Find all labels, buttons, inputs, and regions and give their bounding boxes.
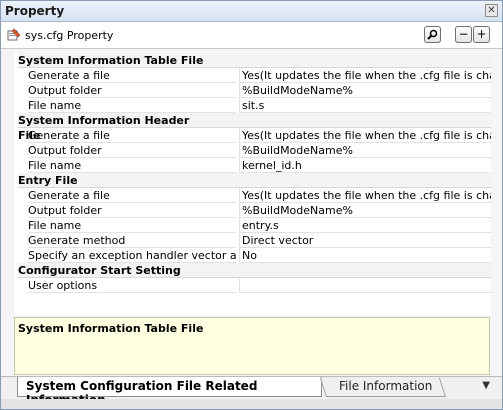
property-name: Generate a file bbox=[28, 128, 236, 143]
property-name: Output folder bbox=[28, 143, 236, 158]
property-row[interactable]: Generate a file Yes(It updates the file … bbox=[14, 68, 491, 83]
property-row[interactable]: Specify an exception handler vector ad N… bbox=[14, 248, 491, 263]
property-value[interactable]: Yes(It updates the file when the .cfg fi… bbox=[239, 188, 491, 203]
status-strip bbox=[1, 399, 502, 409]
property-value[interactable]: Yes(It updates the file when the .cfg fi… bbox=[239, 128, 491, 143]
property-value[interactable]: entry.s bbox=[239, 218, 491, 233]
tab-system-configuration-file-related-information[interactable]: System Configuration File Related Inform… bbox=[17, 377, 322, 407]
property-row[interactable]: Generate a file Yes(It updates the file … bbox=[14, 188, 491, 203]
expand-all-button[interactable]: + bbox=[473, 26, 490, 43]
property-name: User options bbox=[28, 278, 236, 293]
close-icon[interactable]: ✕ bbox=[485, 4, 498, 17]
category-configurator-start-setting[interactable]: ◢ Configurator Start Setting bbox=[14, 263, 491, 278]
property-name: Specify an exception handler vector ad bbox=[28, 249, 236, 263]
property-name: Output folder bbox=[28, 83, 236, 98]
property-name: Generate a file bbox=[28, 68, 236, 83]
property-row[interactable]: Output folder %BuildModeName% bbox=[14, 143, 491, 158]
property-row[interactable]: Output folder %BuildModeName% bbox=[14, 83, 491, 98]
collapse-all-button[interactable]: − bbox=[455, 26, 472, 43]
grid-gutter bbox=[1, 53, 14, 315]
category-label: Entry File bbox=[18, 173, 208, 188]
property-value[interactable]: kernel_id.h bbox=[239, 158, 491, 173]
category-entry-file[interactable]: ◢ Entry File bbox=[14, 173, 491, 188]
property-name: File name bbox=[28, 158, 236, 173]
property-row[interactable]: File name sit.s bbox=[14, 98, 491, 113]
property-panel: Property ✕ sys.cfg Property − + ◢ System… bbox=[0, 0, 503, 410]
property-name: File name bbox=[28, 98, 236, 113]
property-value[interactable]: %BuildModeName% bbox=[239, 83, 491, 98]
property-row[interactable]: Generate a file Yes(It updates the file … bbox=[14, 128, 491, 143]
description-panel: System Information Table File bbox=[14, 317, 490, 375]
category-system-information-table-file[interactable]: ◢ System Information Table File bbox=[14, 53, 491, 68]
property-value[interactable]: %BuildModeName% bbox=[239, 203, 491, 218]
panel-title: Property bbox=[5, 4, 65, 18]
property-row[interactable]: File name kernel_id.h bbox=[14, 158, 491, 173]
property-grid: ◢ System Information Table File Generate… bbox=[14, 53, 491, 315]
property-name: Generate a file bbox=[28, 188, 236, 203]
search-button[interactable] bbox=[424, 26, 441, 43]
property-value[interactable]: sit.s bbox=[239, 98, 491, 113]
tab-list-dropdown-icon[interactable]: ▼ bbox=[482, 380, 490, 391]
property-row[interactable]: Generate method Direct vector bbox=[14, 233, 491, 248]
property-value[interactable] bbox=[239, 278, 491, 293]
category-label: System Information Header File bbox=[18, 113, 208, 142]
property-value[interactable]: No bbox=[239, 248, 491, 263]
property-value[interactable]: Direct vector bbox=[239, 233, 491, 248]
property-name: Generate method bbox=[28, 233, 236, 248]
search-icon bbox=[427, 29, 438, 40]
property-toolbar: sys.cfg Property − + bbox=[1, 22, 502, 49]
title-bar: Property ✕ bbox=[1, 1, 502, 22]
description-text: System Information Table File bbox=[18, 322, 204, 335]
property-value[interactable]: %BuildModeName% bbox=[239, 143, 491, 158]
property-name: File name bbox=[28, 218, 236, 233]
property-row[interactable]: Output folder %BuildModeName% bbox=[14, 203, 491, 218]
property-row[interactable]: User options bbox=[14, 278, 491, 293]
tab-strip: System Configuration File Related Inform… bbox=[1, 376, 502, 407]
property-row[interactable]: File name entry.s bbox=[14, 218, 491, 233]
property-value[interactable]: Yes(It updates the file when the .cfg fi… bbox=[239, 68, 491, 83]
property-target-label: sys.cfg Property bbox=[25, 29, 114, 42]
tab-file-information[interactable]: File Information bbox=[339, 379, 432, 393]
category-label: Configurator Start Setting bbox=[18, 263, 208, 278]
category-label: System Information Table File bbox=[18, 53, 208, 68]
property-file-icon bbox=[7, 28, 21, 41]
property-name: Output folder bbox=[28, 203, 236, 218]
category-system-information-header-file[interactable]: ◢ System Information Header File bbox=[14, 113, 491, 142]
